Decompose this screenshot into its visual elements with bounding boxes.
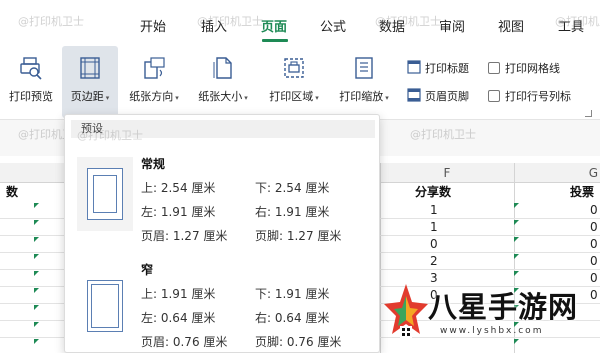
header-cell-left[interactable]: 数: [6, 183, 18, 202]
margin-header-value: 页眉: 1.27 厘米: [141, 229, 228, 243]
margin-top-value: 上: 1.91 厘米: [141, 287, 216, 301]
header-cell-votes[interactable]: 投票: [570, 183, 594, 202]
margin-footer-value: 页脚: 0.76 厘米: [255, 335, 342, 349]
header-footer-label: 页眉页脚: [425, 90, 469, 103]
cell-error-marker-icon: [514, 203, 519, 208]
print-titles-icon: [407, 59, 421, 77]
cell-error-marker-icon: [34, 271, 39, 276]
header-footer-icon: [407, 87, 421, 105]
print-titles-label: 打印标题: [425, 62, 469, 75]
margin-footer-value: 页脚: 1.27 厘米: [255, 229, 342, 243]
header-cell-shares[interactable]: 分享数: [415, 183, 451, 202]
cell-error-marker-icon: [514, 220, 519, 225]
margins-icon: [79, 56, 101, 83]
margin-header-value: 页眉: 0.76 厘米: [141, 335, 228, 349]
tab-formulas[interactable]: 公式: [320, 16, 346, 35]
margin-left-value: 左: 0.64 厘米: [141, 311, 216, 325]
paper-size-icon: [212, 56, 234, 83]
cell-error-marker-icon: [34, 322, 39, 327]
print-row-col-headers-label: 打印行号列标: [505, 90, 571, 103]
chevron-down-icon: ▾: [244, 94, 248, 102]
margins-label: 页边距: [70, 90, 104, 103]
margin-right-value: 右: 1.91 厘米: [255, 205, 330, 219]
print-area-icon: [282, 56, 306, 83]
print-scaling-icon: [353, 56, 375, 83]
brand-logo-icon: [384, 284, 428, 338]
ribbon-expand-icon[interactable]: [585, 110, 592, 117]
column-header-G[interactable]: G: [514, 163, 600, 183]
cell-error-marker-icon: [514, 271, 519, 276]
menu-bar: 开始 插入 页面 公式 数据 审阅 视图 工具: [0, 0, 600, 46]
chevron-down-icon: ▾: [105, 94, 110, 102]
orientation-label: 纸张方向: [129, 90, 174, 103]
margin-bottom-value: 下: 1.91 厘米: [255, 287, 330, 301]
margin-preview-icon: [77, 269, 133, 343]
cell-error-marker-icon: [34, 203, 39, 208]
print-gridlines-checkbox[interactable]: 打印网格线: [488, 58, 560, 78]
orientation-icon: [142, 56, 166, 83]
brand-url: www.lyshbx.com: [440, 326, 544, 336]
margin-top-value: 上: 2.54 厘米: [141, 181, 216, 195]
margin-left-value: 左: 1.91 厘米: [141, 205, 216, 219]
brand-name: 八星手游网: [428, 290, 579, 324]
tab-home[interactable]: 开始: [140, 16, 166, 35]
tab-page[interactable]: 页面: [261, 16, 287, 35]
orientation-button[interactable]: 纸张方向 ▾: [122, 46, 186, 118]
margin-preview-icon: [77, 157, 133, 231]
print-preview-icon: [19, 56, 43, 83]
print-gridlines-label: 打印网格线: [505, 62, 560, 75]
margins-dropdown: 预设 常规 上: 2.54 厘米 下: 2.54 厘米 左: 1.91 厘米 右…: [64, 114, 380, 353]
header-footer-button[interactable]: 页眉页脚: [407, 86, 469, 106]
checkbox-icon: [488, 62, 500, 74]
print-area-label: 打印区域: [269, 90, 314, 103]
tab-view[interactable]: 视图: [498, 16, 524, 35]
cell-error-marker-icon: [514, 254, 519, 259]
print-preview-button[interactable]: 打印预览: [4, 46, 58, 118]
preset-name: 常规: [141, 157, 166, 171]
cell-votes[interactable]: 0: [590, 236, 598, 253]
cell-shares[interactable]: 1: [430, 202, 438, 219]
presets-section-title: 预设: [71, 120, 375, 138]
cell-error-marker-icon: [34, 288, 39, 293]
checkbox-icon: [488, 90, 500, 102]
margins-button[interactable]: 页边距 ▾: [62, 46, 118, 118]
cell-shares[interactable]: 2: [430, 253, 438, 270]
tab-review[interactable]: 审阅: [439, 16, 465, 35]
cell-error-marker-icon: [514, 237, 519, 242]
print-scaling-button[interactable]: 打印缩放 ▾: [332, 46, 396, 118]
chevron-down-icon: ▾: [385, 94, 389, 102]
cell-shares[interactable]: 0: [430, 236, 438, 253]
tab-data[interactable]: 数据: [379, 16, 405, 35]
margin-bottom-value: 下: 2.54 厘米: [255, 181, 330, 195]
cell-error-marker-icon: [34, 339, 39, 344]
ribbon-toolbar: 打印预览 页边距 ▾ 纸张方向 ▾ 纸张大小 ▾ 打印区域 ▾ 打印缩放 ▾ 打…: [0, 46, 600, 120]
cell-votes[interactable]: 0: [590, 202, 598, 219]
print-row-col-headers-checkbox[interactable]: 打印行号列标: [488, 86, 571, 106]
print-titles-button[interactable]: 打印标题: [407, 58, 469, 78]
cell-votes[interactable]: 0: [590, 253, 598, 270]
active-tab-indicator: [262, 39, 288, 42]
paper-size-button[interactable]: 纸张大小 ▾: [192, 46, 254, 118]
preset-name: 窄: [141, 263, 154, 277]
cell-error-marker-icon: [34, 254, 39, 259]
tab-tools[interactable]: 工具: [558, 16, 584, 35]
cell-error-marker-icon: [34, 220, 39, 225]
chevron-down-icon: ▾: [175, 94, 179, 102]
print-scaling-label: 打印缩放: [339, 90, 384, 103]
cell-votes[interactable]: 0: [590, 219, 598, 236]
cell-error-marker-icon: [34, 237, 39, 242]
cell-shares[interactable]: 1: [430, 219, 438, 236]
margin-right-value: 右: 0.64 厘米: [255, 311, 330, 325]
paper-size-label: 纸张大小: [198, 90, 243, 103]
tab-insert[interactable]: 插入: [201, 16, 227, 35]
print-area-button[interactable]: 打印区域 ▾: [262, 46, 326, 118]
brand-watermark: 八星手游网 www.lyshbx.com: [380, 280, 600, 353]
column-header-F[interactable]: F: [380, 163, 514, 183]
chevron-down-icon: ▾: [315, 94, 319, 102]
cell-error-marker-icon: [34, 305, 39, 310]
print-preview-label: 打印预览: [9, 90, 53, 103]
